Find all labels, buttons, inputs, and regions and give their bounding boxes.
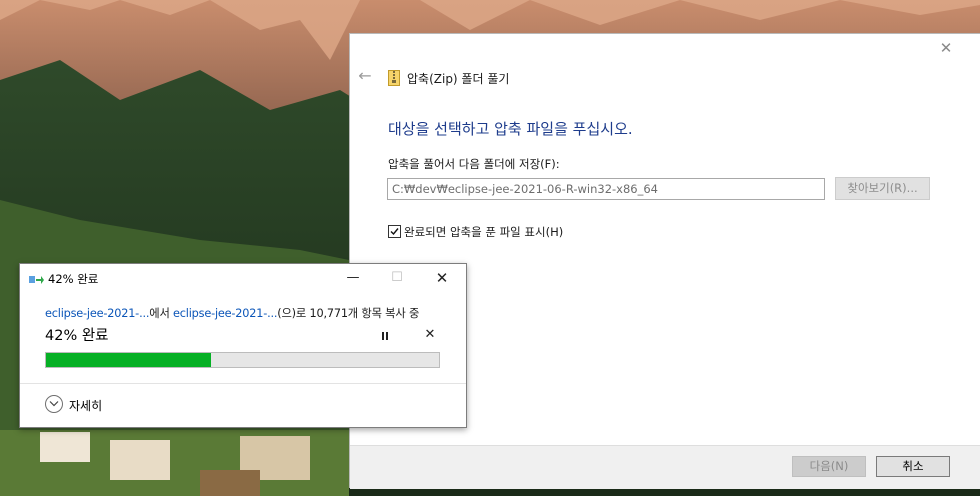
from-text: 에서 (149, 307, 174, 320)
minimize-button[interactable]: — (338, 266, 368, 290)
percent-complete: 42% 완료 (45, 328, 109, 344)
pause-icon[interactable] (377, 328, 393, 344)
destination-path-input[interactable]: C:₩dev₩eclipse-jee-2021-06-R-win32-x86_6… (387, 178, 825, 200)
browse-button[interactable]: 찾아보기(R)... (835, 177, 930, 200)
more-details-button[interactable]: 자세히 (69, 397, 102, 414)
zip-folder-icon (388, 70, 400, 86)
progress-bar-fill (46, 353, 212, 367)
copy-progress-dialog: 42% 완료 — ☐ ✕ eclipse-jee-2021-...에서 ecli… (19, 263, 467, 428)
back-arrow-icon[interactable]: ← (356, 67, 374, 85)
chevron-down-icon[interactable] (45, 395, 63, 413)
close-icon[interactable]: ✕ (936, 38, 956, 58)
copy-detail-text: eclipse-jee-2021-...에서 eclipse-jee-2021-… (45, 305, 419, 321)
wizard-heading: 대상을 선택하고 압축 파일을 푸십시오. (388, 120, 633, 138)
next-button[interactable]: 다음(N) (792, 456, 866, 477)
dialog-title: 42% 완료 (48, 272, 99, 286)
wizard-title: 압축(Zip) 폴더 풀기 (407, 72, 510, 86)
show-files-checkbox[interactable] (388, 224, 401, 238)
copy-status-text: (으)로 10,771개 항목 복사 중 (277, 307, 420, 320)
copy-files-icon (29, 276, 44, 284)
cancel-button[interactable]: 취소 (876, 456, 950, 477)
source-link[interactable]: eclipse-jee-2021-... (45, 307, 149, 320)
close-button[interactable]: ✕ (427, 266, 457, 290)
divider (20, 383, 466, 384)
checkmark-icon (390, 227, 399, 235)
maximize-button[interactable]: ☐ (382, 266, 412, 290)
wizard-footer: 다음(N) 취소 (350, 445, 980, 489)
stop-icon[interactable]: ✕ (422, 327, 438, 343)
show-files-label: 완료되면 압축을 푼 파일 표시(H) (404, 225, 564, 239)
show-files-option[interactable]: 완료되면 압축을 푼 파일 표시(H) (388, 224, 563, 240)
destination-label: 압축을 풀어서 다음 폴더에 저장(F): (388, 157, 560, 171)
progress-bar (45, 352, 440, 368)
destination-link[interactable]: eclipse-jee-2021-... (173, 307, 277, 320)
